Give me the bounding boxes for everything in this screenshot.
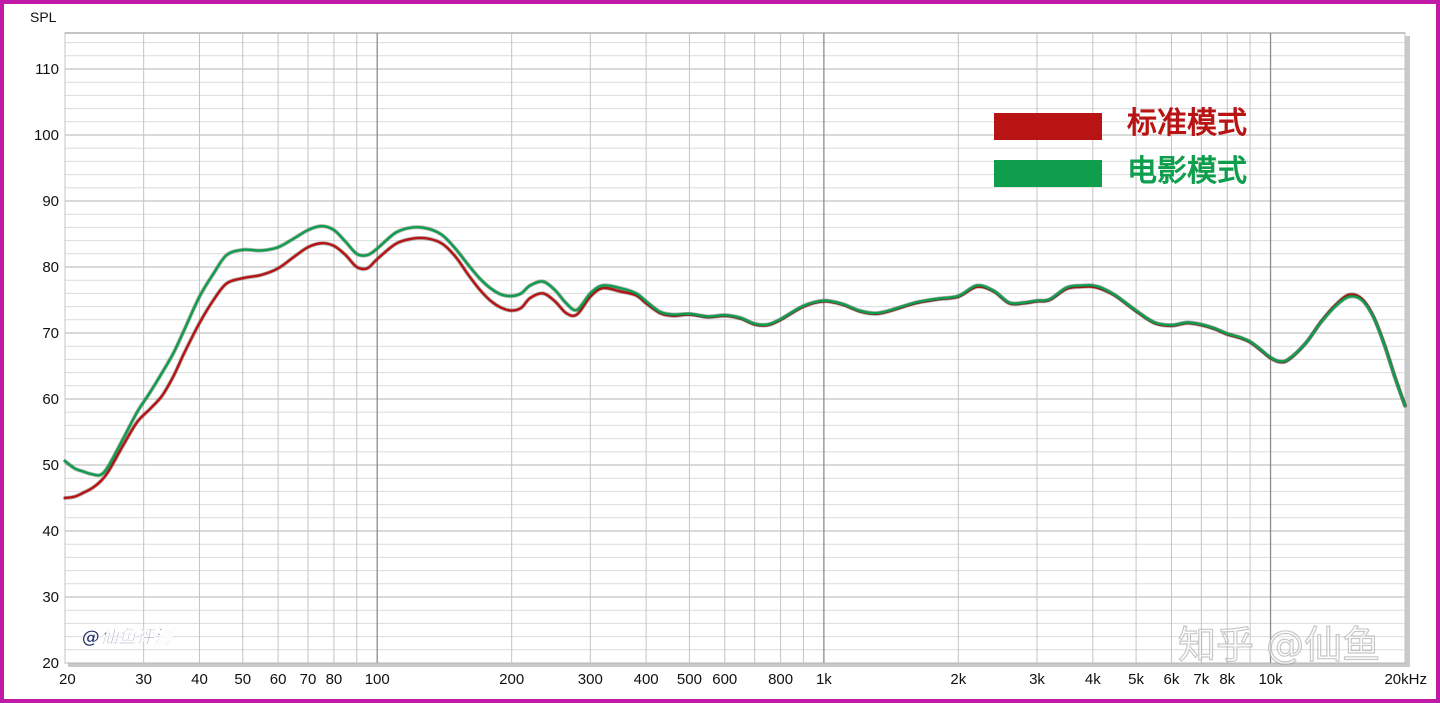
x-tick-label: 5k	[1128, 671, 1144, 688]
legend-swatch-movie-mode	[994, 160, 1102, 187]
x-tick-label: 1k	[816, 671, 832, 688]
site-watermark: 知乎 @仙鱼	[1178, 623, 1380, 667]
y-tick-label: 90	[42, 193, 59, 210]
x-tick-label: 20kHz	[1384, 671, 1427, 688]
legend-label-standard-mode: 标准模式	[1127, 106, 1247, 141]
y-tick-label: 30	[42, 589, 59, 606]
frequency-response-chart: 20 30 40 50 60 70 80 90 100 110 20 30 40 50 60 70 80 100…	[30, 9, 1427, 688]
chart-frame: 20 30 40 50 60 70 80 90 100 110 20 30 40 50 60 70 80 100…	[0, 0, 1440, 703]
x-tick-label: 70	[300, 671, 317, 688]
y-tick-label: 60	[42, 391, 59, 408]
x-tick-label: 400	[634, 671, 659, 688]
y-tick-label: 50	[42, 457, 59, 474]
x-tick-label: 40	[191, 671, 208, 688]
y-tick-label: 80	[42, 259, 59, 276]
x-tick-label: 80	[326, 671, 343, 688]
x-tick-label: 100	[365, 671, 390, 688]
x-tick-label: 2k	[950, 671, 966, 688]
x-tick-label: 30	[135, 671, 152, 688]
x-tick-labels: 20 30 40 50 60 70 80 100 200 300 400 500 600 800 1k 2k 3…	[59, 671, 1427, 688]
x-tick-label: 6k	[1164, 671, 1180, 688]
x-tick-label: 10k	[1258, 671, 1283, 688]
y-axis-label: SPL	[30, 9, 57, 25]
x-tick-label: 500	[677, 671, 702, 688]
y-tick-label: 100	[34, 127, 59, 144]
x-tick-label: 3k	[1029, 671, 1045, 688]
x-tick-label: 8k	[1219, 671, 1235, 688]
x-tick-label: 20	[59, 671, 76, 688]
x-tick-label: 4k	[1085, 671, 1101, 688]
x-tick-label: 60	[270, 671, 287, 688]
y-tick-label: 20	[42, 655, 59, 672]
legend-swatch-standard-mode	[994, 113, 1102, 140]
corner-watermark: @仙鱼评测	[82, 627, 175, 648]
x-tick-label: 600	[712, 671, 737, 688]
x-tick-label: 50	[234, 671, 251, 688]
x-tick-label: 300	[578, 671, 603, 688]
y-tick-label: 110	[35, 61, 59, 78]
x-tick-label: 200	[499, 671, 524, 688]
y-tick-labels: 20 30 40 50 60 70 80 90 100 110	[34, 61, 59, 672]
x-tick-label: 800	[768, 671, 793, 688]
legend-label-movie-mode: 电影模式	[1127, 154, 1247, 189]
y-tick-label: 40	[42, 523, 59, 540]
y-tick-label: 70	[42, 325, 59, 342]
x-tick-label: 7k	[1193, 671, 1209, 688]
